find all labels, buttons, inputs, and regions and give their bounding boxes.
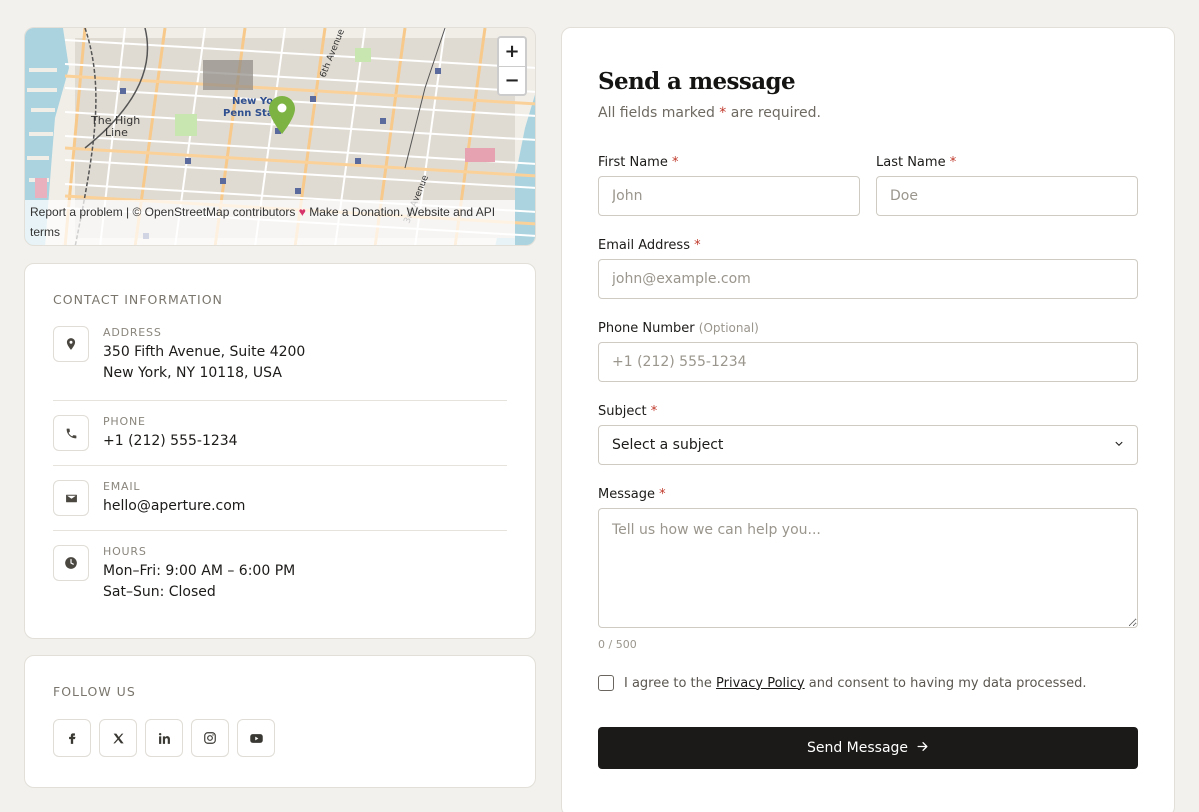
send-message-label: Send Message [806,740,909,756]
email-value[interactable]: hello@aperture.com [103,496,245,517]
consent-checkbox[interactable] [598,675,614,691]
map-attribution: Report a problem | © OpenStreetMap contr… [25,200,515,245]
phone-input[interactable] [598,342,1138,382]
first-name-input[interactable] [598,176,860,216]
map-pin-icon[interactable] [269,96,295,139]
chevron-down-icon [1114,437,1124,453]
info-row-phone: PHONE +1 (212) 555-1234 [53,401,507,466]
subtitle-prefix: All fields marked [598,105,715,121]
address-label: ADDRESS [103,326,162,339]
subtitle-star: * [719,105,727,121]
x-icon[interactable] [99,719,137,757]
form-title: Send a message [598,68,796,95]
first-name-label-text: First Name [598,155,668,170]
send-message-button[interactable]: Send Message [598,727,1138,769]
consent-text: I agree to the Privacy Policy and consen… [624,676,1087,691]
map-label-high-line-2: Line [105,126,128,139]
last-name-label: Last Name * [876,155,1138,170]
first-name-label: First Name * [598,155,860,170]
phone-label: PHONE [103,415,146,428]
youtube-icon[interactable] [237,719,275,757]
address-line-2: New York, NY 10118, USA [103,365,282,381]
phone-value[interactable]: +1 (212) 555-1234 [103,431,238,452]
hours-weekday: Mon–Fri: 9:00 AM – 6:00 PM [103,563,296,579]
optional-tag: (Optional) [698,321,759,335]
phone-label-text: Phone Number [598,321,695,336]
subject-label: Subject * [598,404,1138,419]
facebook-icon[interactable] [53,719,91,757]
follow-us-title: FOLLOW US [53,684,136,699]
message-label-text: Message [598,487,655,502]
last-name-label-text: Last Name [876,155,946,170]
required-mark: * [949,155,957,170]
follow-us-card: FOLLOW US [24,655,536,788]
required-mark: * [659,487,666,502]
clock-icon [53,545,89,581]
envelope-icon [53,480,89,516]
subject-label-text: Subject [598,404,647,419]
linkedin-icon[interactable] [145,719,183,757]
last-name-input[interactable] [876,176,1138,216]
message-label: Message * [598,487,1138,502]
address-line-1: 350 Fifth Avenue, Suite 4200 [103,344,306,360]
social-links [53,719,507,757]
contact-info-title: CONTACT INFORMATION [53,292,223,307]
hours-label: HOURS [103,545,147,558]
phone-group: Phone Number (Optional) [598,321,1138,382]
subject-selected-value: Select a subject [612,437,724,453]
info-row-hours: HOURS Mon–Fri: 9:00 AM – 6:00 PM Sat–Sun… [53,531,507,603]
contact-info-card: CONTACT INFORMATION ADDRESS 350 Fifth Av… [24,263,536,639]
email-group: Email Address * [598,238,1138,299]
consent-suffix: and consent to having my data processed. [808,675,1087,691]
hours-weekend: Sat–Sun: Closed [103,584,216,600]
message-group: Message * 0 / 500 [598,487,1138,651]
form-subtitle: All fields marked * are required. [598,105,1138,121]
subtitle-suffix: are required. [730,105,821,121]
info-row-email: EMAIL hello@aperture.com [53,466,507,531]
email-label: EMAIL [103,480,141,493]
consent-prefix: I agree to the [624,675,712,691]
email-label: Email Address * [598,238,1138,253]
subject-select[interactable]: Select a subject [598,425,1138,465]
heart-icon: ♥ [298,205,306,219]
message-counter: 0 / 500 [598,638,637,651]
message-textarea[interactable] [598,508,1138,628]
subject-group: Subject * Select a subject [598,404,1138,465]
arrow-right-icon [916,740,929,757]
instagram-icon[interactable] [191,719,229,757]
email-input[interactable] [598,259,1138,299]
map[interactable]: The High Line New York Penn Stat 6th Ave… [24,27,536,246]
required-mark: * [650,404,658,419]
consent-row: I agree to the Privacy Policy and consen… [598,675,1138,691]
zoom-in-button[interactable]: + [499,38,525,66]
required-mark: * [671,155,679,170]
privacy-policy-link[interactable]: Privacy Policy [716,676,805,691]
info-row-address: ADDRESS 350 Fifth Avenue, Suite 4200 New… [53,326,507,401]
phone-icon [53,415,89,451]
contact-form-card: Send a message All fields marked * are r… [561,27,1175,812]
required-mark: * [694,238,701,253]
location-pin-icon [53,326,89,362]
email-label-text: Email Address [598,238,690,253]
zoom-control: + − [497,36,527,96]
phone-label: Phone Number (Optional) [598,321,1138,336]
attribution-prefix[interactable]: Report a problem | © OpenStreetMap contr… [30,205,295,219]
name-row: First Name * Last Name * [598,155,1138,216]
zoom-out-button[interactable]: − [499,66,525,94]
